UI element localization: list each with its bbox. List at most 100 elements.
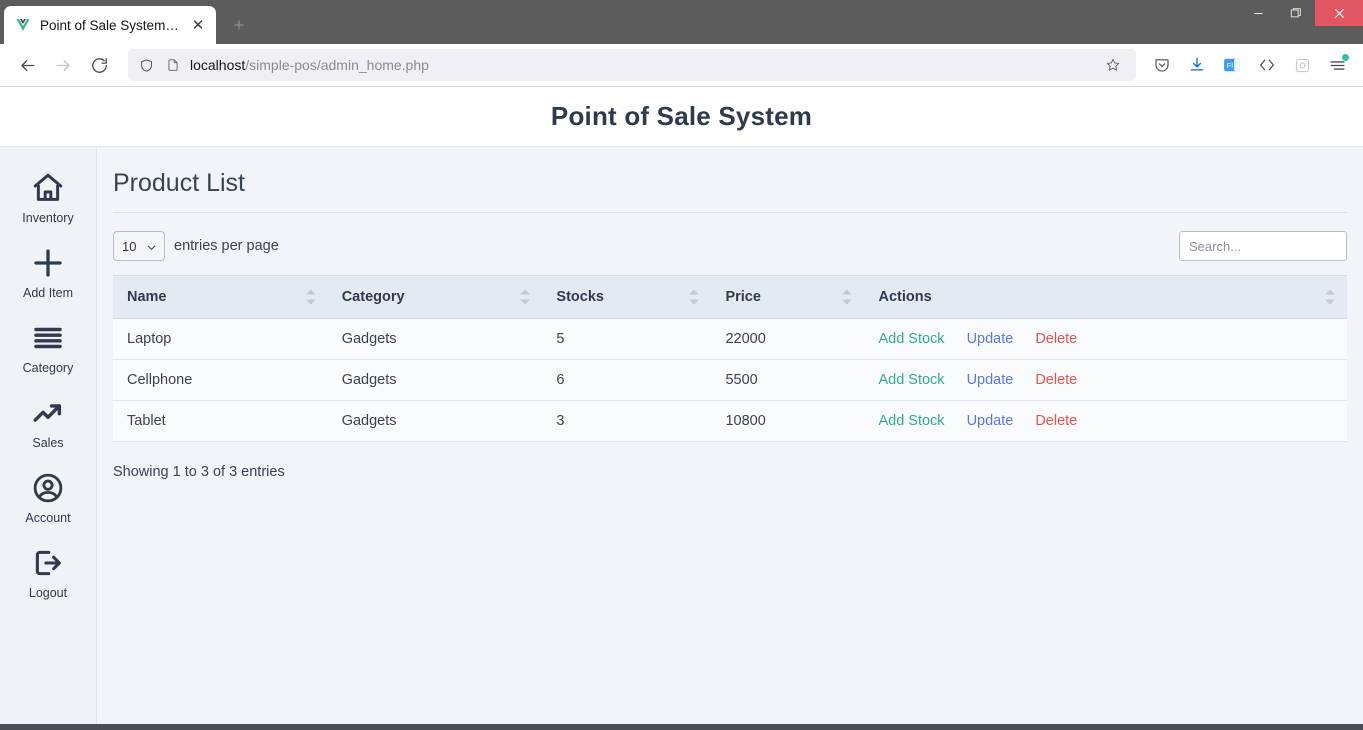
product-actions: Add Stock Update Delete (864, 318, 1347, 360)
update-link[interactable]: Update (967, 413, 1014, 429)
toolbar-icons: FI (1146, 49, 1353, 81)
app-menu-icon[interactable] (1321, 49, 1353, 81)
delete-link[interactable]: Delete (1035, 331, 1077, 347)
logout-arrow-icon (31, 545, 65, 581)
web-page: Point of Sale System Inventory Add Item … (0, 87, 1363, 724)
product-category: Gadgets (327, 400, 543, 442)
delete-link[interactable]: Delete (1035, 372, 1077, 388)
vue-logo-icon (14, 16, 32, 34)
search-input[interactable] (1179, 231, 1347, 261)
entries-per-page-control: 102550100 entries per page (113, 231, 279, 261)
column-header-label: Price (725, 289, 761, 305)
user-circle-icon (31, 470, 65, 506)
sort-arrows-icon (305, 289, 316, 305)
product-table: Name Category Stocks Price Actions Lapto… (113, 275, 1347, 442)
product-actions: Add Stock Update Delete (864, 359, 1347, 401)
update-link[interactable]: Update (967, 372, 1014, 388)
add-stock-link[interactable]: Add Stock (878, 413, 944, 429)
new-tab-button[interactable] (224, 10, 254, 40)
product-actions: Add Stock Update Delete (864, 400, 1347, 442)
url-domain: localhost (190, 57, 246, 73)
page-title: Point of Sale System (550, 101, 813, 131)
plus-icon (31, 245, 65, 281)
column-header-price[interactable]: Price (711, 275, 865, 319)
update-badge (1342, 54, 1349, 61)
column-header-stocks[interactable]: Stocks (542, 275, 712, 319)
tab-title: Point of Sale System :: Home (40, 17, 180, 33)
sidebar-item-add-item[interactable]: Add Item (0, 234, 97, 309)
product-category: Gadgets (327, 359, 543, 401)
star-outline-icon[interactable] (1100, 52, 1126, 78)
shield-icon[interactable] (138, 57, 155, 74)
close-tab-icon[interactable]: ✕ (188, 15, 208, 35)
product-price: 10800 (711, 400, 865, 442)
product-name: Tablet (113, 400, 328, 442)
column-header-label: Stocks (556, 289, 604, 305)
product-stocks: 5 (542, 318, 712, 360)
panel-title: Product List (113, 169, 246, 197)
sidebar-item-logout[interactable]: Logout (0, 534, 97, 609)
navigation-toolbar: localhost/simple-pos/admin_home.php FI (0, 44, 1363, 86)
column-header-name[interactable]: Name (113, 275, 328, 319)
browser-window: Point of Sale System :: Home ✕ (0, 0, 1363, 730)
forward-arrow-icon[interactable] (46, 49, 80, 81)
window-bottom-edge (0, 724, 1363, 730)
entries-per-page-label: entries per page (174, 238, 279, 254)
table-header-row: Name Category Stocks Price Actions (113, 275, 1347, 319)
column-header-label: Actions (878, 289, 932, 305)
product-stocks: 6 (542, 359, 712, 401)
page-document-icon[interactable] (164, 57, 181, 74)
sidebar-item-label: Logout (28, 586, 68, 600)
sidebar-item-account[interactable]: Account (0, 459, 97, 534)
back-arrow-icon[interactable] (10, 49, 44, 81)
sidebar-item-label: Account (25, 511, 71, 525)
product-category: Gadgets (327, 318, 543, 360)
sidebar-item-label: Category (22, 361, 74, 375)
column-header-actions[interactable]: Actions (864, 275, 1347, 319)
extensions-puzzle-icon[interactable] (1286, 49, 1318, 81)
update-link[interactable]: Update (967, 331, 1014, 347)
product-price: 22000 (711, 318, 865, 360)
add-stock-link[interactable]: Add Stock (878, 331, 944, 347)
code-brackets-icon[interactable] (1251, 49, 1283, 81)
firefox-view-icon[interactable]: FI (1216, 49, 1248, 81)
window-controls (1239, 0, 1363, 26)
title-divider (113, 212, 1347, 213)
browser-tab[interactable]: Point of Sale System :: Home ✕ (4, 6, 216, 44)
address-bar[interactable]: localhost/simple-pos/admin_home.php (128, 49, 1136, 81)
entries-select-wrapper: 102550100 (113, 231, 165, 261)
app-header: Point of Sale System (0, 87, 1363, 147)
product-price: 5500 (711, 359, 865, 401)
sidebar-item-inventory[interactable]: Inventory (0, 159, 97, 234)
product-name: Cellphone (113, 359, 328, 401)
add-stock-link[interactable]: Add Stock (878, 372, 944, 388)
table-row: Cellphone Gadgets 6 5500 Add Stock Update Dele… (113, 359, 1347, 401)
sidebar-item-label: Inventory (22, 211, 74, 225)
table-head: Name Category Stocks Price Actions (113, 275, 1347, 319)
maximize-restore-button[interactable] (1277, 0, 1315, 26)
product-name: Laptop (113, 318, 328, 360)
entries-per-page-select[interactable]: 102550100 (113, 231, 165, 261)
sort-arrows-icon (842, 289, 853, 305)
main-content: Product List 102550100 entries per (97, 147, 1363, 724)
pocket-save-icon[interactable] (1146, 49, 1178, 81)
page-body: Inventory Add Item Category Sales Accoun… (0, 147, 1363, 724)
delete-link[interactable]: Delete (1035, 413, 1077, 429)
reload-icon[interactable] (82, 49, 116, 81)
sidebar-item-label: Add Item (22, 286, 74, 300)
column-header-category[interactable]: Category (327, 275, 543, 319)
column-header-label: Category (341, 289, 405, 305)
tab-strip: Point of Sale System :: Home ✕ (0, 0, 1363, 44)
table-row: Laptop Gadgets 5 22000 Add Stock Update Delete (113, 318, 1347, 360)
url-text[interactable]: localhost/simple-pos/admin_home.php (190, 57, 1091, 73)
sidebar-item-category[interactable]: Category (0, 309, 97, 384)
sidebar-item-sales[interactable]: Sales (0, 384, 97, 459)
sort-arrows-icon (520, 289, 531, 305)
home-icon (31, 170, 65, 206)
sort-arrows-icon (689, 289, 700, 305)
sidebar: Inventory Add Item Category Sales Accoun… (0, 147, 97, 724)
downloads-icon[interactable] (1181, 49, 1213, 81)
table-row: Tablet Gadgets 3 10800 Add Stock Update Delete (113, 400, 1347, 442)
close-window-button[interactable] (1315, 0, 1363, 26)
minimize-button[interactable] (1239, 0, 1277, 26)
